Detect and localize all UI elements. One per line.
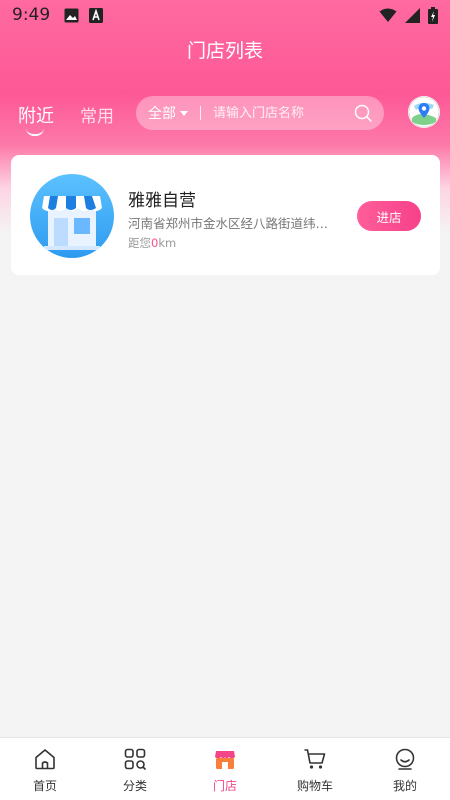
nav-item-profile[interactable]: 我的 — [360, 738, 450, 800]
search-filter-dropdown[interactable]: 全部 — [148, 103, 188, 123]
store-tabs: 附近 常用 — [18, 102, 114, 136]
battery-icon — [428, 6, 438, 24]
status-time: 9:49 — [12, 5, 51, 25]
page-title: 门店列表 — [186, 40, 263, 62]
tab-nearby-label: 附近 — [18, 106, 54, 127]
signal-icon — [405, 7, 420, 23]
category-icon — [124, 748, 147, 771]
status-bar: 9:49 — [0, 0, 450, 30]
wifi-icon — [379, 8, 397, 22]
enter-store-button[interactable]: 进店 — [357, 201, 421, 231]
tab-frequent[interactable]: 常用 — [80, 102, 114, 128]
home-icon — [35, 749, 55, 770]
nav-item-cart[interactable]: 购物车 — [270, 738, 360, 800]
image-notification-icon — [64, 8, 79, 22]
tab-frequent-label: 常用 — [80, 107, 114, 127]
distance-prefix: 距您 — [128, 236, 151, 250]
store-name: 雅雅自营 — [128, 191, 196, 211]
store-card[interactable]: 雅雅自营 河南省郑州市金水区经八路街道纬… 距您0km 进店 — [11, 155, 440, 275]
nav-item-store[interactable]: 门店 — [180, 738, 270, 800]
nav-label-profile: 我的 — [392, 779, 417, 793]
search-divider — [200, 106, 201, 120]
map-location-icon — [408, 96, 440, 128]
font-notification-icon — [89, 7, 104, 23]
distance-unit: km — [158, 236, 177, 250]
tab-nearby[interactable]: 附近 — [18, 102, 54, 136]
nav-label-category: 分类 — [122, 779, 147, 793]
store-distance: 距您0km — [128, 235, 176, 251]
search-filter-label: 全部 — [148, 106, 176, 122]
search-bar: 全部 — [136, 96, 384, 130]
cart-icon — [304, 749, 326, 769]
storefront-icon — [42, 196, 102, 250]
nav-label-home: 首页 — [32, 779, 57, 793]
nav-label-cart: 购物车 — [296, 779, 333, 793]
nav-item-home[interactable]: 首页 — [0, 738, 90, 800]
profile-icon — [395, 748, 415, 770]
nav-label-store: 门店 — [212, 779, 237, 793]
bottom-nav: 首页 分类 门店 购物车 我的 — [0, 737, 450, 800]
nav-item-category[interactable]: 分类 — [90, 738, 180, 800]
store-icon — [215, 751, 235, 769]
caret-down-icon — [180, 110, 188, 116]
map-button[interactable] — [408, 96, 440, 128]
store-address: 河南省郑州市金水区经八路街道纬… — [128, 216, 329, 231]
store-logo — [30, 174, 114, 258]
search-input[interactable] — [213, 105, 354, 121]
search-icon[interactable] — [354, 104, 372, 122]
